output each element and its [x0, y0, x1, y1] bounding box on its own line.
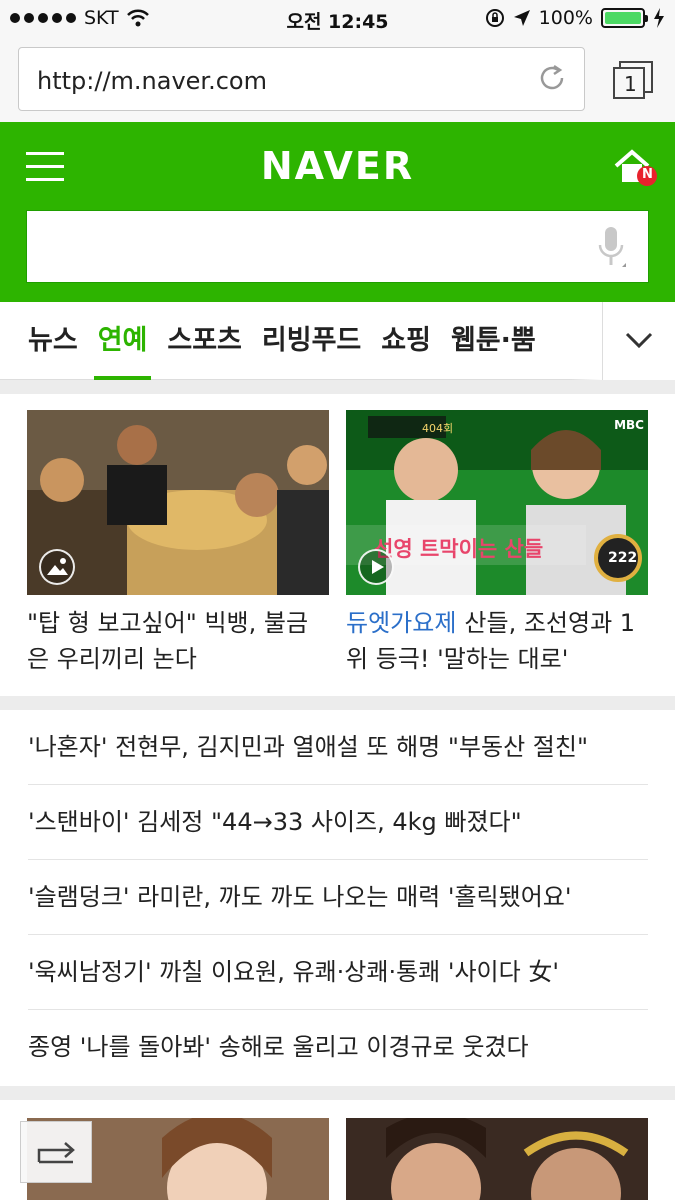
battery-icon: [601, 8, 648, 28]
naver-logo[interactable]: NAVER: [0, 144, 675, 188]
category-tab-list: 뉴스 연예 스포츠 리빙푸드 쇼핑 웹툰·뿜: [0, 302, 602, 380]
tabs-button[interactable]: 1: [612, 60, 654, 100]
tab-count: 1: [624, 72, 637, 96]
featured-card[interactable]: "탑 형 보고싶어" 빅뱅, 불금은 우리끼리 논다: [27, 410, 329, 677]
headline-item[interactable]: '욱씨남정기' 까칠 이요원, 유쾌·상쾌·통쾌 '사이다 女': [28, 935, 648, 1010]
video-subtitle: 선영 트막이는 산들: [374, 537, 544, 561]
reload-icon[interactable]: [536, 62, 568, 94]
card-tag[interactable]: 듀엣가요제: [346, 609, 456, 637]
card-image[interactable]: 404회 MBC 선영 트막이는 산들 222: [346, 410, 648, 595]
card-caption[interactable]: "탑 형 보고싶어" 빅뱅, 불금은 우리끼리 논다: [27, 609, 308, 673]
category-tab[interactable]: 스포츠: [167, 302, 242, 380]
headline-item[interactable]: 종영 '나를 돌아봐' 송해로 울리고 이경규로 웃겼다: [28, 1010, 648, 1085]
status-bar: SKT 오전 12:45 100%: [0, 0, 675, 38]
share-button[interactable]: [20, 1121, 92, 1183]
featured-cards: "탑 형 보고싶어" 빅뱅, 불금은 우리끼리 논다 404회 MBC 선영 트…: [0, 394, 675, 696]
naver-header: NAVER N: [0, 122, 675, 302]
category-tabs: 뉴스 연예 스포츠 리빙푸드 쇼핑 웹툰·뿜: [0, 302, 675, 380]
home-button[interactable]: N: [614, 148, 660, 188]
headline-item[interactable]: '스탠바이' 김세정 "44→33 사이즈, 4kg 빠졌다": [28, 785, 648, 860]
headline-item[interactable]: '슬램덩크' 라미란, 까도 까도 나오는 매력 '홀릭됐어요': [28, 860, 648, 935]
url-text[interactable]: http://m.naver.com: [37, 67, 267, 95]
chevron-down-icon: [625, 332, 653, 349]
photo-icon: [39, 549, 75, 585]
episode-badge: 404회: [422, 422, 454, 435]
category-tab[interactable]: 연예: [93, 302, 152, 380]
score-counter: 222: [608, 550, 638, 566]
search-input[interactable]: [26, 210, 649, 283]
home-icon: [614, 149, 657, 186]
category-tab[interactable]: 리빙푸드: [262, 302, 361, 380]
rotation-lock-icon: [485, 9, 504, 27]
featured-card[interactable]: 404회 MBC 선영 트막이는 산들 222 듀엣가요제 산들, 조선영과 1위…: [346, 410, 648, 677]
category-tab[interactable]: 뉴스: [28, 302, 78, 380]
more-cards: [0, 1100, 675, 1200]
browser-toolbar: http://m.naver.com 1: [0, 38, 675, 122]
headline-list: '나혼자' 전현무, 김지민과 열애설 또 해명 "부동산 절친" '스탠바이'…: [0, 710, 675, 1086]
category-tab[interactable]: 쇼핑: [381, 302, 431, 380]
address-bar[interactable]: http://m.naver.com: [18, 47, 585, 111]
card-image[interactable]: [27, 410, 329, 595]
expand-menu-button[interactable]: [602, 302, 675, 380]
headline-item[interactable]: '나혼자' 전현무, 김지민과 열애설 또 해명 "부동산 절친": [28, 710, 648, 785]
channel-logo: MBC: [614, 418, 644, 432]
play-icon[interactable]: [358, 549, 394, 585]
category-tab[interactable]: 웹툰·뿜: [451, 302, 536, 380]
battery-percent: 100%: [538, 7, 593, 29]
microphone-icon[interactable]: [596, 225, 626, 269]
location-icon: [513, 10, 530, 26]
home-badge: N: [642, 167, 653, 182]
share-icon: [37, 1142, 75, 1164]
card-image[interactable]: [346, 1118, 648, 1200]
charging-icon: [654, 8, 664, 28]
